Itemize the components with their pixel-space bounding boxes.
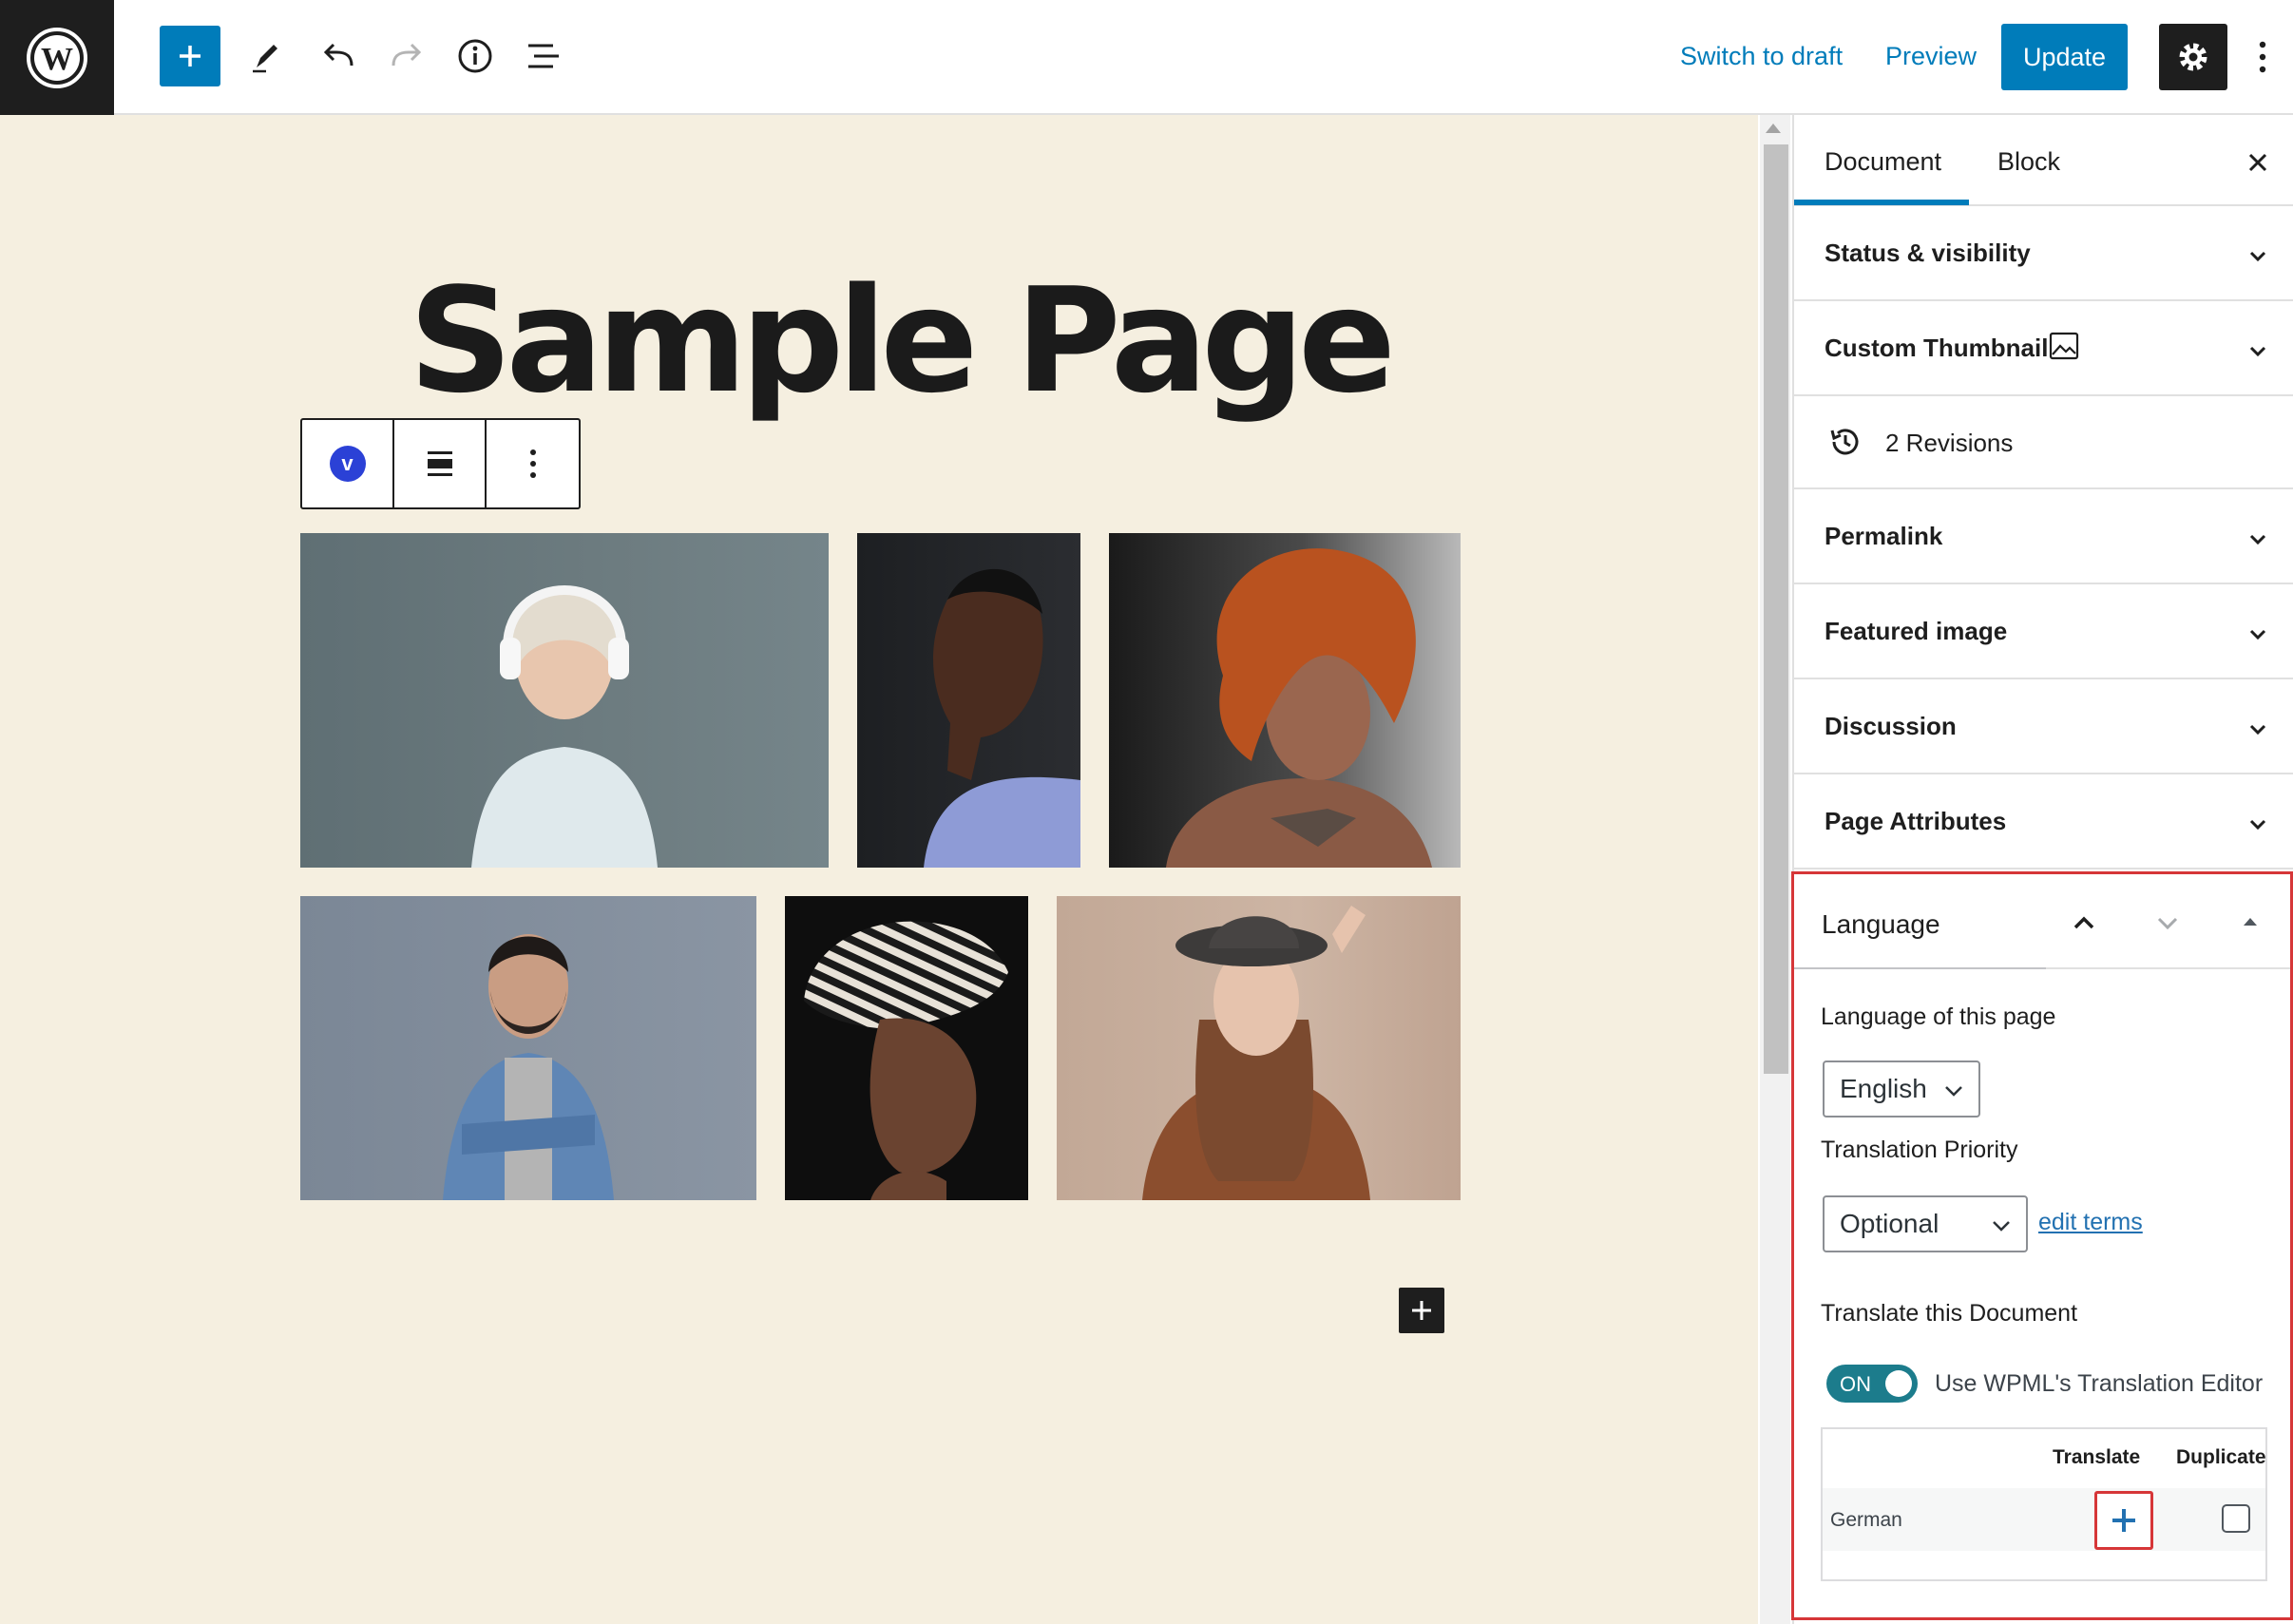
chevron-down-icon [2239, 710, 2277, 748]
gallery-image-woman-headphones[interactable] [300, 533, 829, 868]
priority-select[interactable]: Optional [1823, 1195, 2028, 1252]
translate-document-label: Translate this Document [1821, 1300, 2078, 1327]
panel-discussion[interactable]: Discussion [1794, 679, 2293, 774]
inserter-plus-button[interactable] [1399, 1288, 1444, 1333]
chevron-down-icon [2239, 237, 2277, 275]
chevron-up-icon[interactable] [2070, 908, 2098, 937]
panel-label: Custom Thumbnail [1825, 334, 2049, 362]
chevron-down-icon [2239, 615, 2277, 653]
active-tab-indicator [1794, 200, 1969, 205]
gallery-image-red-hair[interactable] [1109, 533, 1461, 868]
table-row: German [1823, 1488, 2265, 1551]
align-button[interactable] [394, 420, 487, 507]
gallery-image-woman-hat[interactable] [1057, 896, 1461, 1200]
add-translation-button[interactable] [2094, 1491, 2153, 1550]
panel-featured-image[interactable]: Featured image [1794, 584, 2293, 679]
panel-label: Permalink [1825, 522, 1943, 550]
panel-label: Featured image [1825, 617, 2008, 645]
more-vertical-icon [529, 449, 536, 478]
plus-icon [180, 46, 201, 67]
more-vertical-icon [2259, 41, 2266, 73]
edit-terms-link[interactable]: edit terms [2038, 1209, 2143, 1236]
block-type-button[interactable]: v [302, 420, 394, 507]
history-icon [1830, 429, 1859, 455]
revisions-label: 2 Revisions [1885, 429, 2014, 457]
panel-custom-thumbnail[interactable]: Custom Thumbnail [1794, 301, 2293, 396]
panel-label: Status & visibility [1825, 239, 2031, 267]
chevron-down-icon [2239, 332, 2277, 370]
align-wide-icon [427, 451, 452, 476]
block-toolbar: v [300, 418, 581, 509]
panel-label: Page Attributes [1825, 807, 2007, 835]
svg-text:W: W [41, 42, 73, 77]
undo-button[interactable] [308, 26, 369, 86]
preview-link[interactable]: Preview [1885, 42, 1977, 71]
redo-button[interactable] [376, 26, 437, 86]
duplicate-checkbox[interactable] [2222, 1504, 2250, 1533]
undo-icon [323, 43, 354, 67]
chevron-down-icon [2239, 520, 2277, 558]
tab-document[interactable]: Document [1825, 147, 1941, 177]
toggle-state-label: ON [1840, 1372, 1871, 1396]
scroll-up-arrow-icon[interactable] [1766, 124, 1781, 133]
panel-label: Discussion [1825, 712, 1957, 740]
toggle-knob [1885, 1370, 1912, 1397]
wordpress-logo[interactable]: W [0, 0, 114, 115]
priority-select-value: Optional [1840, 1209, 1939, 1238]
switch-to-draft-link[interactable]: Switch to draft [1680, 42, 1843, 71]
chevron-down-icon [1993, 1221, 2010, 1232]
language-select[interactable]: English [1823, 1060, 1980, 1118]
block-type-icon: v [329, 446, 366, 482]
language-box-title: Language [1822, 909, 1940, 939]
translations-table: Translate Duplicate German [1821, 1427, 2267, 1581]
panel-page-attributes[interactable]: Page Attributes [1794, 774, 2293, 869]
details-button[interactable] [445, 26, 506, 86]
gallery-image-bearded-man[interactable] [300, 896, 756, 1200]
wordpress-logo-icon: W [27, 27, 87, 88]
block-options-button[interactable] [487, 420, 579, 507]
translation-priority-label: Translation Priority [1821, 1137, 2018, 1163]
row-language-name: German [1830, 1509, 1902, 1531]
language-select-value: English [1840, 1074, 1927, 1103]
language-meta-box: Language Language of this page English T… [1791, 871, 2293, 1620]
chevron-down-icon [2239, 805, 2277, 843]
language-box-header[interactable]: Language [1794, 874, 2290, 969]
gallery-image-striped-headwrap[interactable] [785, 896, 1028, 1200]
panel-permalink[interactable]: Permalink [1794, 489, 2293, 584]
chevron-down-icon [1945, 1086, 1962, 1097]
translate-column-header: Translate [2053, 1446, 2141, 1468]
collapse-triangle-icon[interactable] [2241, 912, 2260, 931]
chevron-down-icon[interactable] [2153, 908, 2182, 937]
image-icon [2049, 332, 2079, 360]
close-icon [2248, 153, 2267, 172]
update-button[interactable]: Update [2001, 24, 2128, 90]
sidebar-tabs: Document Block [1794, 115, 2293, 206]
scrollbar-thumb[interactable] [1764, 144, 1788, 1074]
gallery-image-man-profile[interactable] [857, 533, 1080, 868]
info-icon [458, 39, 492, 73]
settings-button[interactable] [2159, 24, 2227, 90]
more-options-button[interactable] [2248, 29, 2277, 86]
editor-top-bar: W Switch to draft Preview Update [0, 0, 2293, 115]
gear-icon [2179, 43, 2207, 71]
tab-block[interactable]: Block [1997, 147, 2060, 177]
page-title[interactable]: Sample Page [409, 257, 1396, 425]
list-view-icon [528, 44, 559, 68]
plus-icon [2112, 1509, 2135, 1532]
tools-button[interactable] [236, 26, 296, 86]
close-sidebar-button[interactable] [2239, 143, 2277, 182]
translation-editor-toggle[interactable]: ON [1826, 1365, 1918, 1403]
panel-revisions[interactable]: 2 Revisions [1794, 396, 2293, 489]
list-view-button[interactable] [513, 26, 574, 86]
language-of-page-label: Language of this page [1821, 1003, 2056, 1030]
pencil-icon [253, 45, 277, 73]
header-underline [1794, 967, 2046, 969]
translation-editor-label: Use WPML's Translation Editor [1935, 1370, 2264, 1397]
plus-icon [1412, 1301, 1431, 1320]
duplicate-column-header: Duplicate [2176, 1446, 2266, 1468]
redo-icon [392, 43, 422, 67]
add-block-button[interactable] [160, 26, 220, 86]
panel-status-visibility[interactable]: Status & visibility [1794, 206, 2293, 301]
